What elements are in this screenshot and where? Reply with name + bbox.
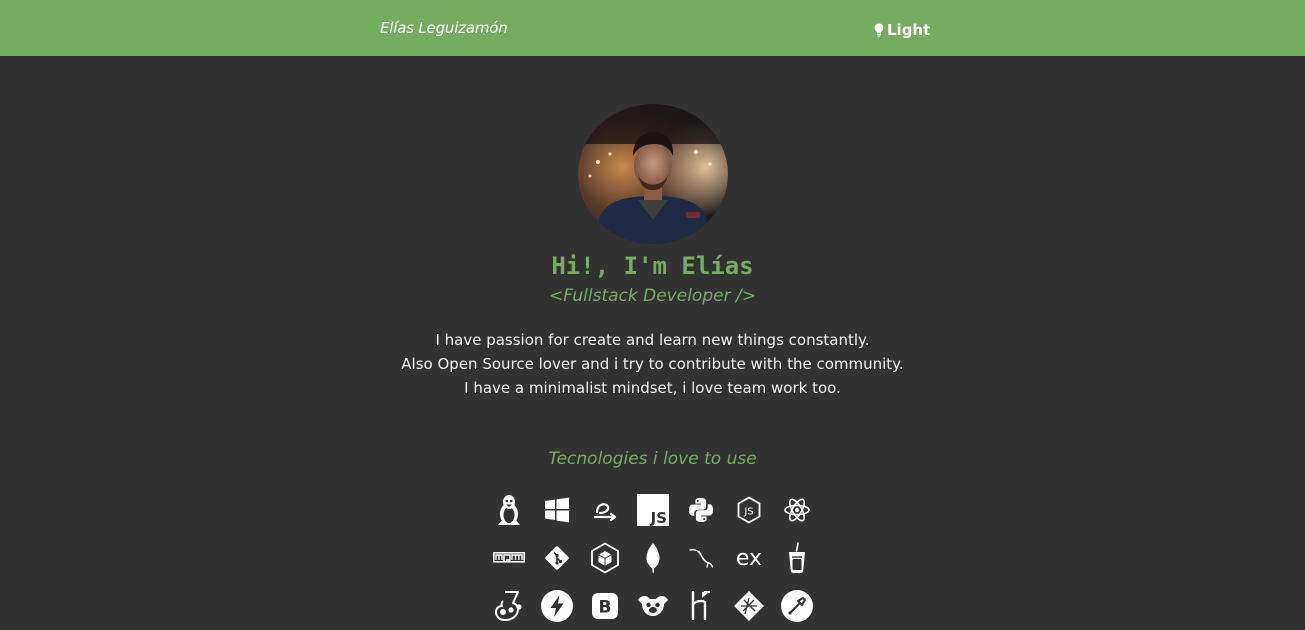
technologies-title: Tecnologies i love to use bbox=[548, 449, 757, 469]
elementary-icon bbox=[581, 486, 629, 534]
nodejs-icon: JS bbox=[725, 486, 773, 534]
svg-text:JS: JS bbox=[650, 509, 667, 526]
gulp-icon bbox=[773, 534, 821, 582]
svg-text:JS: JS bbox=[743, 507, 753, 518]
express-icon: ex bbox=[725, 534, 773, 582]
bio: I have passion for create and learn new … bbox=[0, 328, 1305, 400]
mongodb-icon bbox=[629, 534, 677, 582]
role-subtitle: <Fullstack Developer /> bbox=[549, 286, 756, 306]
lightbulb-icon bbox=[874, 23, 884, 37]
postman-icon bbox=[773, 582, 821, 630]
python-icon bbox=[677, 486, 725, 534]
svg-text:B: B bbox=[599, 598, 612, 618]
webpack-icon bbox=[581, 534, 629, 582]
javascript-icon: JS bbox=[629, 486, 677, 534]
pug-icon bbox=[629, 582, 677, 630]
svg-text:ex: ex bbox=[736, 547, 762, 569]
mysql-icon bbox=[677, 534, 725, 582]
bootstrap-icon: B bbox=[581, 582, 629, 630]
nuxt-icon bbox=[533, 582, 581, 630]
theme-toggle-label: Light bbox=[887, 21, 931, 39]
navbar: Elías Leguizamón Light bbox=[0, 0, 1305, 56]
npm-icon bbox=[485, 534, 533, 582]
technologies-grid: JS JS ex B bbox=[485, 486, 821, 630]
bio-line: Also Open Source lover and i try to cont… bbox=[401, 355, 904, 373]
linux-icon bbox=[485, 486, 533, 534]
heroku-icon bbox=[677, 582, 725, 630]
windows-icon bbox=[533, 486, 581, 534]
jest-icon bbox=[485, 582, 533, 630]
theme-toggle-button[interactable]: Light bbox=[874, 21, 930, 39]
avatar bbox=[578, 104, 728, 244]
react-icon bbox=[773, 486, 821, 534]
bio-line: I have passion for create and learn new … bbox=[435, 331, 870, 349]
brand-link[interactable]: Elías Leguizamón bbox=[380, 19, 508, 37]
bio-line: I have a minimalist mindset, i love team… bbox=[464, 379, 841, 397]
greeting-heading: Hi!, I'm Elías bbox=[551, 252, 754, 280]
git-icon bbox=[533, 534, 581, 582]
netlify-icon bbox=[725, 582, 773, 630]
